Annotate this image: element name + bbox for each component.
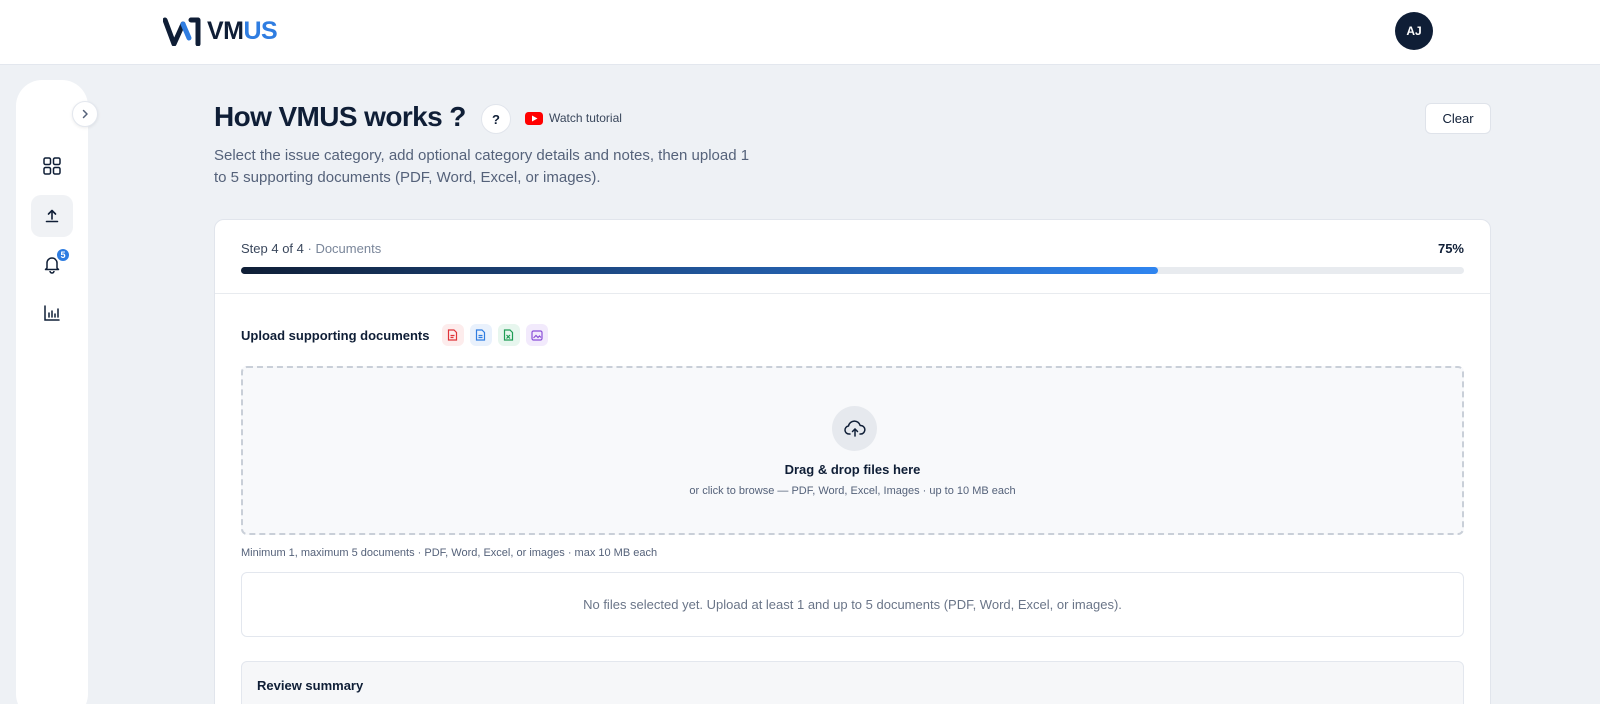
progress-bar-fill [241, 267, 1159, 274]
progress-percent: 75% [1437, 241, 1464, 256]
upload-section-title: Upload supporting documents [241, 327, 430, 343]
logo-mark-icon [163, 17, 201, 46]
file-dropzone[interactable]: Drag & drop files here or click to brows… [241, 366, 1464, 535]
step-indicator: Step 4 of 4 · Documents [241, 241, 381, 256]
progress-bar [241, 267, 1464, 274]
word-file-icon [469, 324, 492, 346]
sidebar-item-analytics[interactable] [31, 292, 73, 334]
logo-text-us: US [243, 16, 278, 45]
logo-wordmark: VMUS [207, 16, 278, 46]
upload-icon [45, 209, 59, 223]
dropzone-subtitle: or click to browse — PDF, Word, Excel, I… [689, 485, 1016, 497]
youtube-icon [525, 111, 543, 125]
chevron-right-icon [82, 109, 88, 119]
watch-tutorial-label: Watch tutorial [549, 111, 622, 125]
page-description: Select the issue category, add optional … [214, 147, 750, 186]
upload-limits-note: Minimum 1, maximum 5 documents · PDF, Wo… [241, 547, 658, 559]
sidebar-item-notifications[interactable]: 5 [31, 243, 73, 285]
page-title: How VMUS works ? [214, 101, 466, 132]
step-text: Step 4 of 4 [241, 241, 304, 256]
sidebar-item-dashboard[interactable] [31, 145, 73, 187]
app-logo[interactable]: VMUS [163, 16, 278, 46]
clear-button[interactable]: Clear [1425, 103, 1491, 134]
dropzone-icon-wrap [832, 406, 877, 451]
user-avatar[interactable]: AJ [1395, 12, 1433, 50]
selected-files-empty-state: No files selected yet. Upload at least 1… [241, 572, 1464, 637]
pdf-file-icon [441, 324, 464, 346]
step-subtitle: · Documents [303, 241, 382, 256]
top-bar: VMUS AJ [0, 0, 1600, 65]
sidebar-expand-button[interactable] [72, 101, 98, 127]
review-summary-panel: Review summary [241, 661, 1464, 704]
cloud-upload-icon [843, 419, 866, 437]
dropzone-title: Drag & drop files here [784, 462, 921, 477]
upload-section-header: Upload supporting documents [241, 324, 548, 346]
chart-icon [44, 305, 60, 321]
help-button[interactable]: ? [481, 104, 511, 134]
grid-icon [43, 157, 61, 175]
file-type-icons [441, 324, 548, 346]
notification-count-badge: 5 [55, 247, 71, 263]
excel-file-icon [497, 324, 520, 346]
image-file-icon [525, 324, 548, 346]
card-divider [215, 293, 1490, 294]
sidebar-item-upload[interactable] [31, 195, 73, 237]
upload-card: Step 4 of 4 · Documents 75% Upload suppo… [214, 219, 1491, 704]
logo-text-vm: VM [207, 16, 244, 45]
review-summary-title: Review summary [257, 678, 364, 693]
watch-tutorial-link[interactable]: Watch tutorial [525, 111, 622, 125]
